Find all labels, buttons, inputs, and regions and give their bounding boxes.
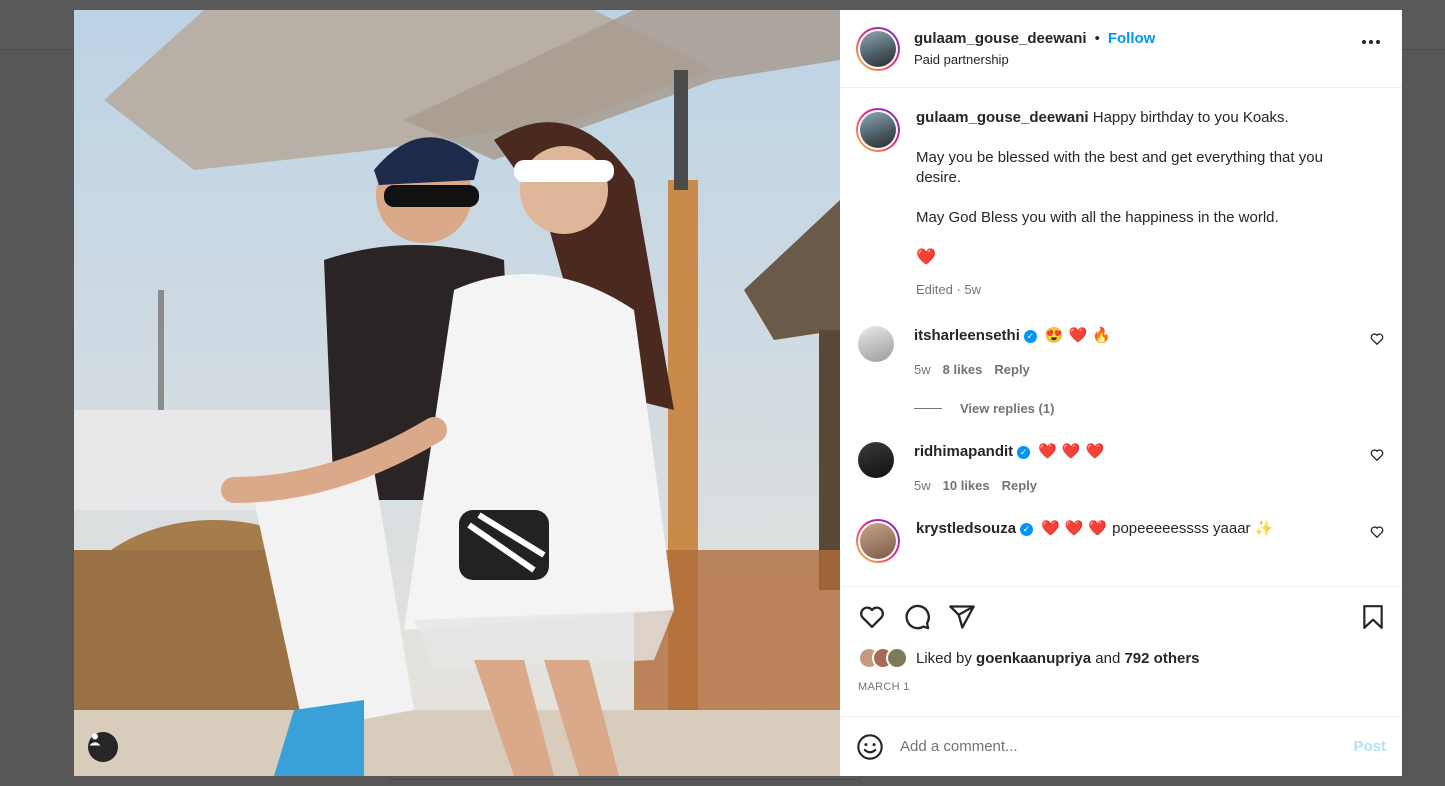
liked-by-and: and — [1095, 649, 1121, 667]
view-replies-button[interactable]: View replies (1) — [914, 401, 1386, 416]
caption-username[interactable]: gulaam_gouse_deewani — [916, 109, 1089, 126]
liker-avatars[interactable] — [858, 647, 908, 669]
comment-emoji: ❤️ — [1085, 443, 1105, 460]
bookmark-icon[interactable] — [1360, 603, 1386, 631]
comment-item: ridhimapandit ✓ ❤️ ❤️ ❤️ 5w 10 likes Rep… — [856, 442, 1386, 493]
post-actions: Liked by goenkaanupriya and 792 others M… — [840, 586, 1402, 716]
liked-by-user[interactable]: goenkaanupriya — [976, 650, 1091, 667]
likes-summary: Liked by goenkaanupriya and 792 others — [858, 647, 1386, 669]
commenter-username[interactable]: itsharleensethi — [914, 326, 1020, 346]
comment-emoji: ❤️ — [1041, 520, 1060, 537]
comment-item: krystledsouza ✓ ❤️ ❤️ ❤️ popeeeeessss ya… — [856, 519, 1386, 563]
comments-section[interactable]: gulaam_gouse_deewani Happy birthday to y… — [840, 88, 1402, 586]
comment-emoji: 🔥 — [1092, 327, 1111, 344]
verified-badge-icon: ✓ — [1023, 329, 1037, 343]
author-username[interactable]: gulaam_gouse_deewani — [914, 30, 1087, 47]
commenter-avatar[interactable] — [856, 519, 900, 563]
comment-text: popeeeeessss yaaar ✨ — [1112, 520, 1274, 537]
paid-partnership-label[interactable]: Paid partnership — [914, 52, 1155, 67]
comment-like-heart-icon[interactable] — [1370, 332, 1384, 346]
more-options-icon[interactable] — [1362, 40, 1380, 44]
comment-likes[interactable]: 10 likes — [943, 478, 990, 493]
post-date[interactable]: MARCH 1 — [858, 681, 1386, 693]
liked-by-others[interactable]: 792 others — [1124, 650, 1199, 667]
comment-emoji: ❤️ — [1061, 443, 1081, 460]
comment-like-heart-icon[interactable] — [1370, 525, 1384, 539]
user-tag-icon — [89, 733, 101, 746]
user-tag-button[interactable] — [88, 732, 118, 762]
caption-meta: Edited · 5w — [916, 282, 982, 297]
comment-emoji: ❤️ — [1064, 520, 1084, 537]
post-media[interactable] — [74, 10, 840, 776]
comment-input[interactable] — [900, 738, 1354, 755]
add-comment-bar: Post — [840, 716, 1402, 776]
heart-icon[interactable] — [858, 603, 886, 631]
comment-time: 5w — [914, 478, 931, 493]
commenter-username[interactable]: ridhimapandit — [914, 442, 1013, 462]
reply-button[interactable]: Reply — [1002, 478, 1037, 493]
comment-emoji: ❤️ — [1068, 327, 1088, 344]
comment-likes[interactable]: 8 likes — [943, 362, 983, 377]
comment-emoji: 😍 — [1044, 327, 1064, 344]
caption-line-3: May God Bless you with all the happiness… — [916, 209, 1279, 226]
post-modal: gulaam_gouse_deewani • Follow Paid partn… — [74, 10, 1402, 776]
commenter-avatar[interactable] — [858, 442, 894, 478]
verified-badge-icon: ✓ — [1017, 445, 1031, 459]
comment-emoji: ❤️ — [1088, 520, 1108, 537]
caption-avatar[interactable] — [856, 108, 900, 152]
comment-item: itsharleensethi ✓ 😍 ❤️ 🔥 5w 8 likes Repl… — [856, 326, 1386, 377]
post-comment-button[interactable]: Post — [1353, 738, 1386, 755]
post-photo — [74, 10, 840, 776]
comment-icon[interactable] — [903, 603, 931, 631]
commenter-username[interactable]: krystledsouza — [916, 519, 1016, 539]
header-separator: • — [1094, 30, 1100, 47]
follow-button[interactable]: Follow — [1108, 30, 1156, 47]
reply-button[interactable]: Reply — [994, 362, 1029, 377]
post-header: gulaam_gouse_deewani • Follow Paid partn… — [840, 10, 1402, 88]
view-replies-label: View replies (1) — [960, 401, 1055, 416]
replies-divider — [914, 408, 942, 409]
emoji-icon[interactable] — [856, 733, 884, 761]
comment-emoji: ❤️ — [1038, 443, 1057, 460]
caption-line-1: Happy birthday to you Koaks. — [1092, 109, 1289, 126]
author-avatar[interactable] — [856, 26, 900, 71]
comment-time: 5w — [914, 362, 931, 377]
commenter-avatar[interactable] — [858, 326, 894, 362]
liked-by-prefix: Liked by — [916, 649, 972, 667]
caption-heart: ❤️ — [916, 249, 936, 266]
share-icon[interactable] — [948, 603, 976, 631]
post-sidebar: gulaam_gouse_deewani • Follow Paid partn… — [840, 10, 1402, 776]
caption-line-2: May you be blessed with the best and get… — [916, 149, 1323, 186]
comment-like-heart-icon[interactable] — [1370, 448, 1384, 462]
post-caption: gulaam_gouse_deewani Happy birthday to y… — [856, 108, 1386, 300]
verified-badge-icon: ✓ — [1020, 522, 1034, 536]
